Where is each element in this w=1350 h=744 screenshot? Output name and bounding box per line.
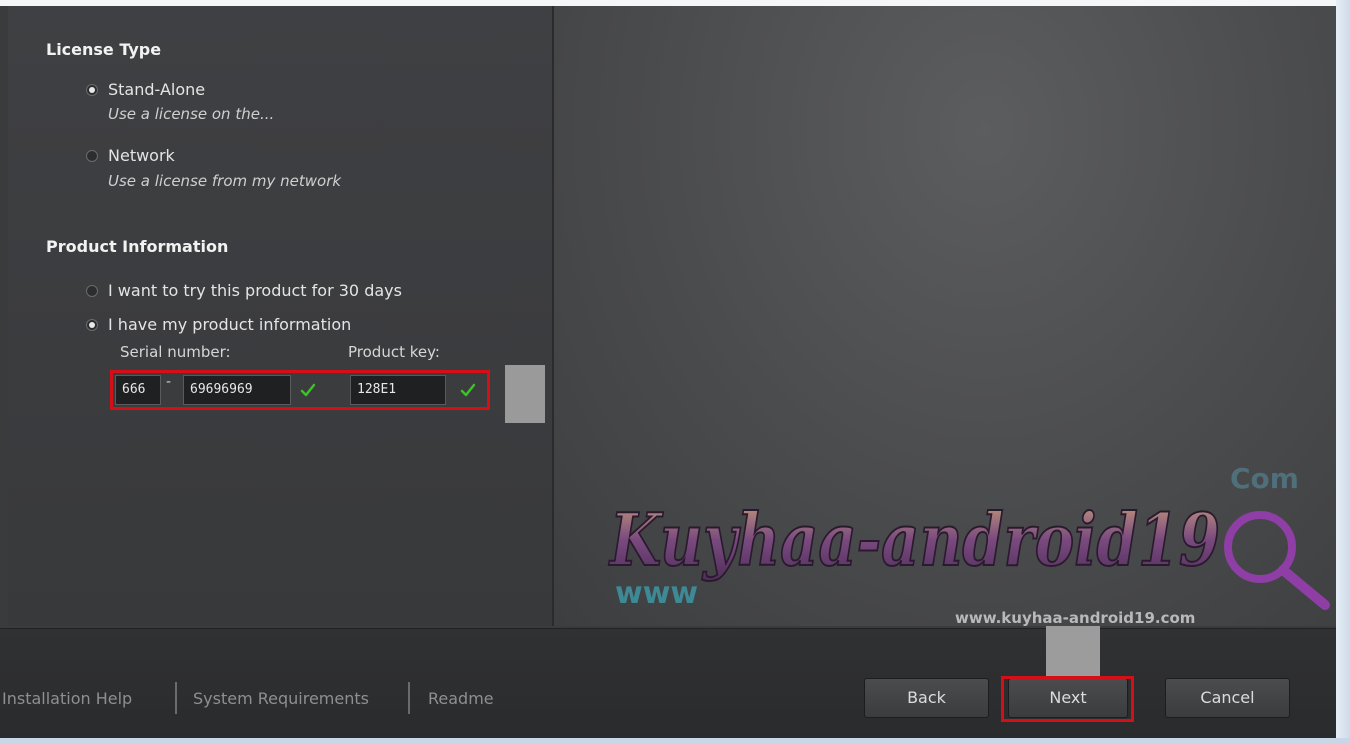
footer-separator (175, 682, 177, 714)
kuyhaa-watermark-logo: Com Kuyhaa-android19 www www.kuyhaa-andr… (607, 462, 1330, 627)
serial-key-highlight (110, 370, 490, 410)
scrollbar-thumb[interactable] (505, 365, 545, 423)
network-description: Use a license from my network (108, 172, 342, 190)
installation-help-link[interactable]: Installation Help (2, 689, 132, 708)
product-information-heading: Product Information (46, 237, 229, 256)
product-key-label: Product key: (348, 343, 440, 361)
footer-separator (408, 682, 410, 714)
cancel-button[interactable]: Cancel (1165, 678, 1290, 718)
window-bottom-edge (0, 738, 1350, 744)
installer-footer (0, 628, 1336, 739)
readme-link[interactable]: Readme (428, 689, 494, 708)
installer-window: License Type Stand-Alone Use a license o… (0, 0, 1350, 744)
network-label[interactable]: Network (108, 146, 175, 165)
standalone-description: Use a license on the... (108, 105, 275, 123)
watermark-url-text: www.kuyhaa-android19.com (955, 609, 1195, 627)
have-info-label[interactable]: I have my product information (108, 315, 351, 334)
watermark-com-text: Com (1230, 462, 1299, 495)
window-right-edge (1336, 0, 1350, 744)
standalone-radio[interactable] (86, 84, 98, 96)
watermark-www-text: www (615, 576, 698, 611)
back-button[interactable]: Back (864, 678, 989, 718)
serial-number-label: Serial number: (120, 343, 231, 361)
trial-label[interactable]: I want to try this product for 30 days (108, 281, 402, 300)
license-type-heading: License Type (46, 40, 162, 59)
network-radio[interactable] (86, 150, 98, 162)
standalone-label[interactable]: Stand-Alone (108, 80, 205, 99)
gray-tab-marker (1046, 626, 1100, 676)
watermark-main-text: Kuyhaa-android19 (608, 497, 1220, 582)
system-requirements-link[interactable]: System Requirements (193, 689, 369, 708)
have-info-radio[interactable] (86, 319, 98, 331)
trial-radio[interactable] (86, 285, 98, 297)
next-button-highlight (1001, 676, 1134, 722)
